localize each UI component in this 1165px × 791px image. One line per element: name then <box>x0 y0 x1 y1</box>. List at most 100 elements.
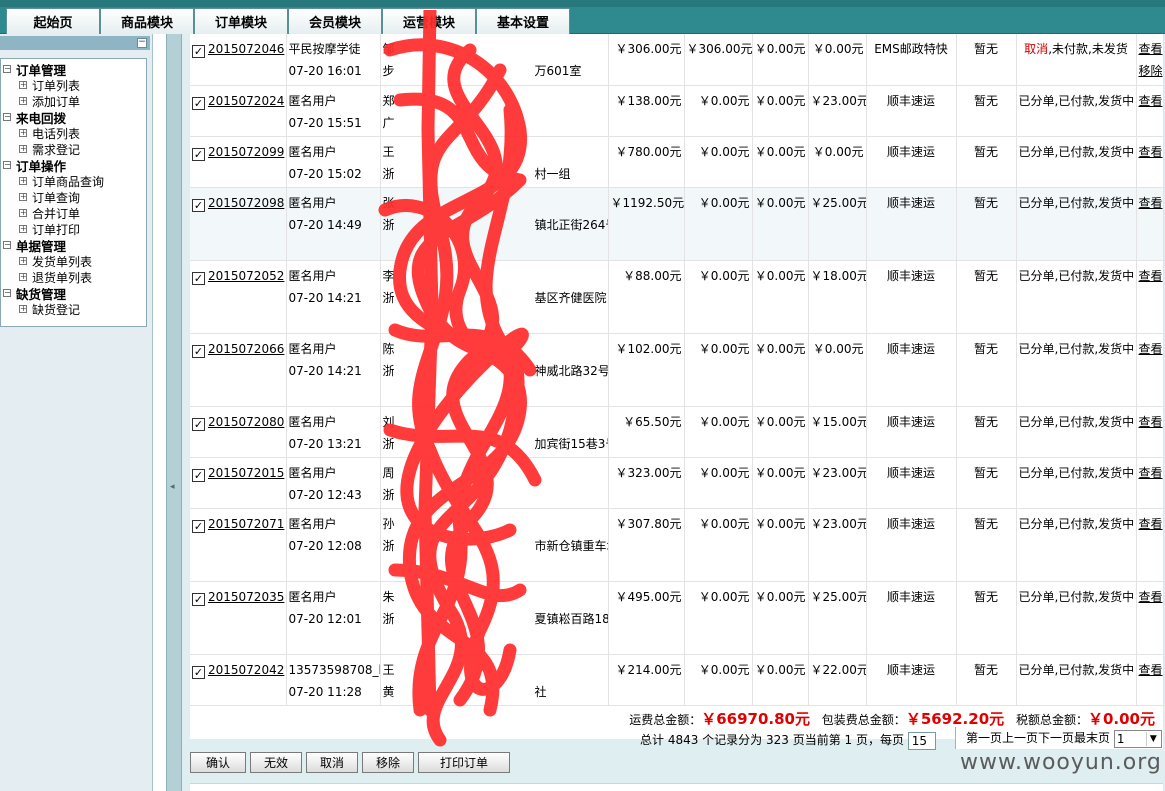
buyer-name: 匿名用户 <box>288 341 337 356</box>
page-select[interactable]: 1 ▼ <box>1113 729 1162 748</box>
order-number-link[interactable]: 2015072080 <box>208 415 284 429</box>
row-checkbox[interactable]: ✓ <box>192 45 205 58</box>
row-checkbox[interactable]: ✓ <box>192 417 205 431</box>
menu-group-documents[interactable]: − 单据管理 <box>1 237 146 254</box>
menu-group-callback[interactable]: − 来电回拨 <box>1 109 146 126</box>
row-checkbox[interactable]: ✓ <box>192 147 205 161</box>
view-link[interactable]: 查看 <box>1139 411 1163 433</box>
buyer-name: 匿名用户 <box>288 268 337 283</box>
tab-members[interactable]: 会员模块 <box>288 8 382 34</box>
address-text: 浙村一组 <box>382 166 571 181</box>
per-page-input[interactable]: 15 <box>907 731 936 750</box>
order-number-link[interactable]: 2015072052 <box>208 269 284 283</box>
row-checkbox[interactable]: ✓ <box>192 592 205 606</box>
order-number-link[interactable]: 2015072015 <box>208 466 284 480</box>
actions-cell: 查看 <box>1136 654 1164 706</box>
remove-button[interactable]: 移除 <box>362 752 414 773</box>
order-id-cell: ✓ 2015072052 <box>190 260 287 334</box>
menu-item-order-list[interactable]: + 订单列表 <box>1 77 146 93</box>
top-navigation: 起始页 商品模块 订单模块 会员模块 运营模块 基本设置 <box>0 0 1165 34</box>
tab-products[interactable]: 商品模块 <box>100 8 194 34</box>
buyer-name: 匿名用户 <box>288 414 337 429</box>
paid-amount: ￥0.00元 <box>684 187 753 261</box>
paid-amount: ￥0.00元 <box>684 457 753 509</box>
buyer-name: 匿名用户 <box>288 516 337 531</box>
shipping-fee: ￥23.00元 <box>808 457 867 509</box>
confirm-button[interactable]: 确认 <box>190 752 246 773</box>
totals: 运费总金额：￥66970.80元 包装费总金额：￥5692.20元 税额总金额：… <box>629 708 1155 729</box>
table-row: ✓ 2015072066 匿名用户 07-20 14:21 陈浙神威北路32号 ￥102.… <box>190 333 1164 407</box>
invalid-button[interactable]: 无效 <box>250 752 302 773</box>
row-checkbox[interactable]: ✓ <box>192 198 205 212</box>
order-number-link[interactable]: 2015072042 <box>208 663 284 677</box>
menu-item-phone-list[interactable]: + 电话列表 <box>1 125 146 141</box>
order-id-cell: ✓ 2015072042 <box>190 654 287 706</box>
order-number-link[interactable]: 2015072035 <box>208 590 284 604</box>
view-link[interactable]: 查看 <box>1139 265 1163 287</box>
order-time: 07-20 15:02 <box>288 166 362 181</box>
status-text: 已分单,已付款,发货中 <box>1018 195 1135 210</box>
menu-group-order-management[interactable]: − 订单管理 <box>1 61 146 78</box>
packing-fee: ￥0.00元 <box>752 34 809 86</box>
tab-orders[interactable]: 订单模块 <box>194 8 288 34</box>
invoice-status: 暂无 <box>956 85 1017 137</box>
menu-group-stockout[interactable]: − 缺货管理 <box>1 285 146 302</box>
buyer-name: 匿名用户 <box>288 144 337 159</box>
address-text: 浙夏镇崧百路188工 <box>382 611 608 626</box>
row-checkbox[interactable]: ✓ <box>192 468 205 482</box>
menu-item-shipping-list[interactable]: + 发货单列表 <box>1 253 146 269</box>
pane-divider[interactable]: ◂ <box>166 34 182 791</box>
order-rows: ✓ 2015072046 平民按摩学徒 07-20 16:01 邹步万601室 ￥306.… <box>190 34 1164 706</box>
view-link[interactable]: 查看 <box>1139 659 1163 681</box>
order-number-link[interactable]: 2015072066 <box>208 342 284 356</box>
collapse-left-icon[interactable]: ◂ <box>170 482 175 492</box>
menu-item-stockout-register[interactable]: + 缺货登记 <box>1 301 146 317</box>
order-amount: ￥495.00元 <box>608 581 685 655</box>
view-link[interactable]: 查看 <box>1139 338 1163 360</box>
tab-settings[interactable]: 基本设置 <box>476 8 570 34</box>
module-tabs: 起始页 商品模块 订单模块 会员模块 运营模块 基本设置 <box>6 8 570 34</box>
view-link[interactable]: 查看 <box>1139 513 1163 535</box>
table-row: ✓ 2015072024 匿名用户 07-20 15:51 郑广 ￥138.00元 ￥0.0… <box>190 85 1164 137</box>
order-number-link[interactable]: 2015072098 <box>208 196 284 210</box>
order-number-link[interactable]: 2015072046 <box>208 42 284 56</box>
print-order-button[interactable]: 打印订单 <box>418 752 510 773</box>
order-number-link[interactable]: 2015072099 <box>208 145 284 159</box>
order-number-link[interactable]: 2015072024 <box>208 94 284 108</box>
menu-item-order-query[interactable]: + 订单查询 <box>1 189 146 205</box>
tab-operations[interactable]: 运营模块 <box>382 8 476 34</box>
tab-start[interactable]: 起始页 <box>6 8 100 34</box>
actions-cell: 查看 <box>1136 85 1164 137</box>
menu-group-order-operations[interactable]: − 订单操作 <box>1 157 146 174</box>
row-checkbox[interactable]: ✓ <box>192 271 205 285</box>
actions-cell: 查看 <box>1136 406 1164 458</box>
view-link[interactable]: 查看 <box>1139 192 1163 214</box>
menu-item-order-product-query[interactable]: + 订单商品查询 <box>1 173 146 189</box>
view-link[interactable]: 查看 <box>1139 462 1163 484</box>
buyer-cell: 13573598708_l 07-20 11:28 <box>286 654 381 706</box>
row-checkbox[interactable]: ✓ <box>192 96 205 110</box>
invoice-status: 暂无 <box>956 406 1017 458</box>
row-checkbox[interactable]: ✓ <box>192 519 205 533</box>
remove-link[interactable]: 移除 <box>1139 60 1163 82</box>
shipping-method: 顺丰速运 <box>866 333 957 407</box>
order-table: ✓ 2015072046 平民按摩学徒 07-20 16:01 邹步万601室 ￥306.… <box>190 34 1164 706</box>
view-link[interactable]: 查看 <box>1139 586 1163 608</box>
view-link[interactable]: 查看 <box>1139 90 1163 112</box>
address-cell: 朱浙夏镇崧百路188工 <box>380 581 609 655</box>
view-link[interactable]: 查看 <box>1139 141 1163 163</box>
menu-item-merge-orders[interactable]: + 合并订单 <box>1 205 146 221</box>
order-id-cell: ✓ 2015072098 <box>190 187 287 261</box>
row-checkbox[interactable]: ✓ <box>192 665 205 679</box>
cancel-button[interactable]: 取消 <box>306 752 358 773</box>
order-id-cell: ✓ 2015072035 <box>190 581 287 655</box>
row-checkbox[interactable]: ✓ <box>192 344 205 358</box>
cancel-status-link[interactable]: 取消 <box>1024 42 1048 56</box>
order-time: 07-20 12:43 <box>288 487 362 502</box>
view-link[interactable]: 查看 <box>1139 38 1163 60</box>
order-number-link[interactable]: 2015072071 <box>208 517 284 531</box>
order-id-cell: ✓ 2015072024 <box>190 85 287 137</box>
invoice-status: 暂无 <box>956 654 1017 706</box>
pager-links[interactable]: 第一页上一页下一页最末页 <box>966 731 1110 745</box>
collapse-icon[interactable]: − <box>137 38 147 48</box>
